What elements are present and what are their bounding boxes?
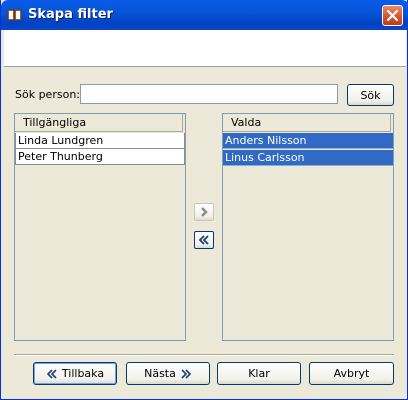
back-button[interactable]: Tillbaka bbox=[33, 362, 117, 385]
done-button[interactable]: Klar bbox=[217, 362, 301, 385]
available-column-header[interactable]: Tillgängliga bbox=[15, 114, 183, 132]
selected-column-header[interactable]: Valda bbox=[223, 114, 391, 132]
available-list[interactable]: Tillgängliga Linda Lundgren Peter Thunbe… bbox=[14, 113, 186, 341]
cancel-button-label: Avbryt bbox=[333, 367, 370, 380]
chevron-right-icon bbox=[201, 207, 208, 217]
list-item[interactable]: Linus Carlsson bbox=[223, 150, 393, 166]
close-icon bbox=[387, 10, 398, 21]
list-item[interactable]: Linda Lundgren bbox=[15, 133, 185, 149]
remove-button[interactable] bbox=[194, 231, 214, 249]
title-bar[interactable]: Skapa filter bbox=[1, 0, 408, 30]
list-item[interactable]: Anders Nilsson bbox=[223, 133, 393, 149]
back-button-label: Tillbaka bbox=[61, 367, 105, 380]
selected-list[interactable]: Valda Anders Nilsson Linus Carlsson bbox=[222, 113, 394, 341]
window-title: Skapa filter bbox=[28, 7, 113, 22]
close-button[interactable] bbox=[382, 5, 403, 26]
footer-separator bbox=[14, 354, 394, 356]
double-chevron-right-icon bbox=[181, 368, 192, 379]
dialog-window: Skapa filter Sök person: Sök Tillgänglig… bbox=[0, 0, 408, 400]
list-item[interactable]: Peter Thunberg bbox=[15, 149, 185, 165]
search-button-label: Sök bbox=[360, 88, 381, 102]
search-button[interactable]: Sök bbox=[347, 84, 394, 106]
done-button-label: Klar bbox=[248, 367, 270, 380]
next-button[interactable]: Nästa bbox=[126, 362, 210, 385]
double-chevron-left-icon bbox=[198, 235, 209, 245]
search-input[interactable] bbox=[80, 84, 338, 104]
double-chevron-left-icon bbox=[46, 368, 57, 379]
cancel-button[interactable]: Avbryt bbox=[309, 362, 394, 385]
add-button[interactable] bbox=[194, 203, 214, 221]
search-label: Sök person: bbox=[15, 88, 80, 101]
next-button-label: Nästa bbox=[144, 367, 176, 380]
app-icon bbox=[7, 8, 23, 22]
header-panel bbox=[4, 30, 406, 67]
